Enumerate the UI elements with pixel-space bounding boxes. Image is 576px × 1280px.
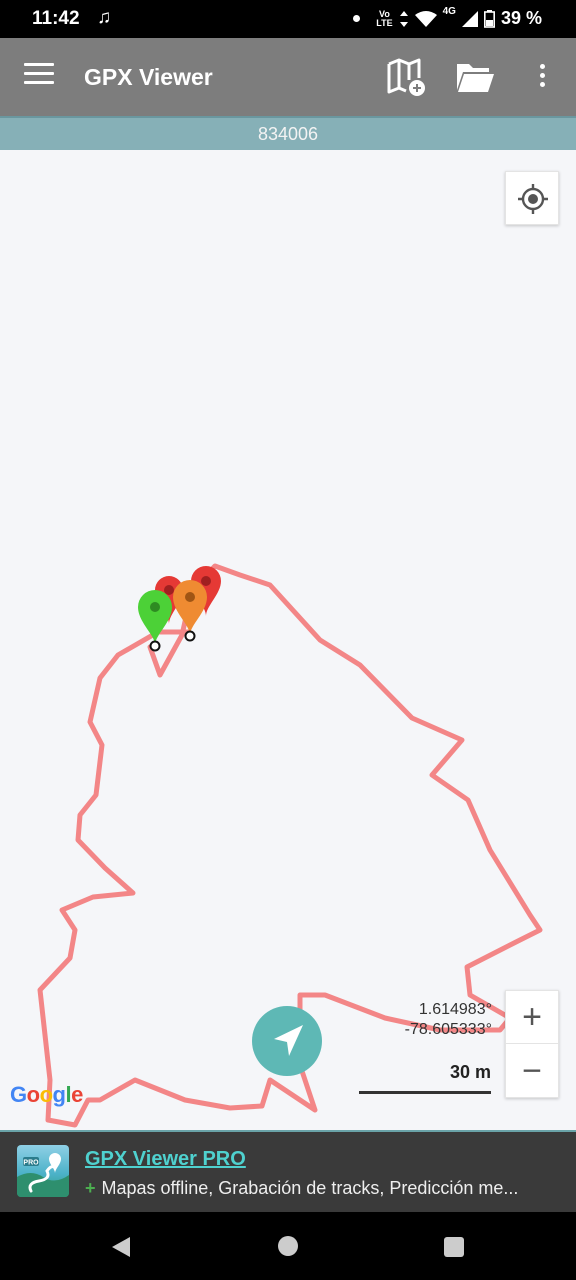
scale-bar: 30 m (359, 1062, 491, 1094)
data-arrows-icon (399, 10, 408, 27)
app-title: GPX Viewer (84, 64, 213, 90)
my-location-icon (518, 184, 548, 214)
back-icon[interactable] (110, 1236, 132, 1258)
status-time: 11:42 (32, 8, 80, 29)
scale-line (359, 1091, 491, 1094)
ad-description: + Mapas offline, Grabación de tracks, Pre… (85, 1178, 519, 1198)
my-location-button[interactable] (505, 171, 559, 225)
navigation-arrow-icon (274, 1025, 303, 1056)
menu-icon[interactable] (24, 63, 54, 89)
network-type: 4G (442, 6, 456, 17)
music-note-icon: ♫ (97, 7, 112, 28)
zoom-out-button[interactable]: − (506, 1045, 558, 1098)
signal-icon (461, 10, 478, 27)
map-add-icon[interactable] (386, 58, 430, 98)
longitude-text: -78.605333° (404, 1021, 492, 1038)
zoom-in-button[interactable]: + (506, 991, 558, 1044)
pro-badge: PRO (23, 1160, 39, 1167)
folder-open-icon[interactable] (455, 60, 495, 94)
google-logo: Google (10, 1082, 83, 1107)
ad-banner[interactable]: PRO GPX Viewer PRO + Mapas offline, Graba… (0, 1130, 576, 1212)
battery-level: 39 % (500, 8, 542, 28)
recents-icon[interactable] (444, 1237, 464, 1257)
more-vert-icon[interactable] (532, 64, 552, 92)
wifi-icon (414, 10, 437, 27)
gpx-viewer-pro-app-icon: PRO (17, 1145, 69, 1197)
navigation-button[interactable] (252, 1006, 322, 1076)
battery-icon (483, 9, 495, 28)
ad-title-link[interactable]: GPX Viewer PRO (85, 1148, 246, 1171)
app-bar: GPX Viewer (0, 38, 576, 116)
map-view[interactable]: 1.614983° -78.605333° 30 m + − Google (0, 150, 576, 1130)
home-icon[interactable] (278, 1236, 298, 1256)
notification-dot-icon (353, 15, 361, 22)
status-bar: 11:42 ♫ Vo LTE 4G 39 % (0, 0, 576, 38)
status-icons: Vo LTE 4G 39 % (353, 6, 542, 29)
scale-label: 30 m (449, 1062, 491, 1082)
coordinates-readout: 1.614983° -78.605333° (405, 1000, 492, 1040)
latitude-text: 1.614983° (418, 1001, 492, 1018)
system-nav-bar (0, 1212, 576, 1280)
zoom-controls: + − (505, 990, 559, 1098)
track-name-bar: 834006 (0, 116, 576, 150)
track-overlay (37, 563, 543, 1128)
volte-icon: Vo LTE (376, 8, 393, 28)
